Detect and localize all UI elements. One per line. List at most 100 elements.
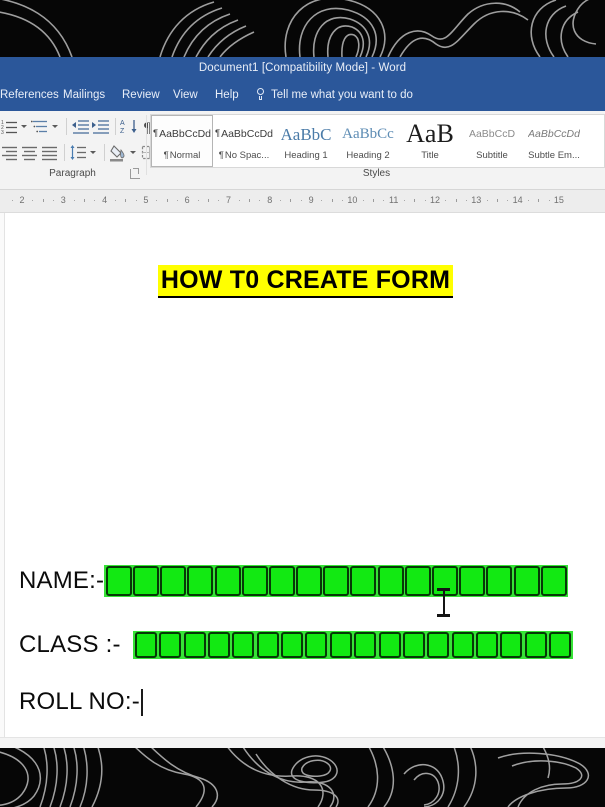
checkbox-cell[interactable]: [214, 566, 241, 596]
style-name-label: ¶No Spac...: [219, 150, 269, 161]
ruler-tick: [445, 200, 447, 201]
align-right-icon[interactable]: [0, 143, 19, 162]
style-name-text: Normal: [169, 150, 201, 161]
checkbox-cell[interactable]: [256, 632, 279, 658]
style-item-title[interactable]: AaB Title: [399, 115, 461, 167]
checkbox-cell[interactable]: [377, 566, 404, 596]
ruler-tick: [176, 200, 178, 201]
checkbox-cell[interactable]: [404, 566, 431, 596]
checkbox-cell[interactable]: [500, 632, 523, 658]
checkbox-cell[interactable]: [486, 566, 513, 596]
form-label-class: CLASS :-: [19, 631, 121, 658]
page-bottom-margin: [0, 737, 605, 748]
svg-text:A: A: [120, 120, 125, 127]
decrease-indent-icon[interactable]: [71, 117, 90, 136]
style-item-subtle-em[interactable]: AaBbCcDd Subtle Em...: [523, 115, 585, 167]
checkbox-row-class[interactable]: [132, 631, 574, 659]
increase-indent-icon[interactable]: [91, 117, 110, 136]
tab-help[interactable]: Help: [215, 89, 239, 101]
checkbox-cell[interactable]: [296, 566, 323, 596]
checkbox-cell[interactable]: [134, 632, 157, 658]
style-item-normal[interactable]: ¶ AaBbCcDd ¶Normal: [151, 115, 213, 167]
checkbox-cell[interactable]: [268, 566, 295, 596]
document-area[interactable]: HOW T0 CREATE FORM NAME:- CLASS :- ROLL …: [0, 213, 605, 748]
shading-icon[interactable]: [109, 143, 128, 162]
checkbox-cell[interactable]: [378, 632, 401, 658]
style-item-heading-2[interactable]: AaBbCc Heading 2: [337, 115, 399, 167]
document-page[interactable]: HOW T0 CREATE FORM NAME:- CLASS :- ROLL …: [4, 213, 605, 748]
ruler-tick: [135, 200, 137, 201]
checkbox-cell[interactable]: [323, 566, 350, 596]
ruler-tick: [331, 199, 333, 202]
checkbox-cell[interactable]: [354, 632, 377, 658]
svg-text:3: 3: [1, 130, 4, 136]
checkbox-cell[interactable]: [524, 632, 547, 658]
paragraph-dialog-launcher-icon[interactable]: [130, 168, 140, 179]
ruler-tick: [259, 200, 261, 201]
checkbox-cell[interactable]: [105, 566, 132, 596]
checkbox-cell[interactable]: [132, 566, 159, 596]
checkbox-cell[interactable]: [281, 632, 304, 658]
checkbox-cell[interactable]: [402, 632, 425, 658]
line-spacing-dropdown-icon[interactable]: [89, 143, 97, 161]
tab-view[interactable]: View: [173, 89, 198, 101]
line-spacing-icon[interactable]: [69, 143, 88, 162]
tell-me-search[interactable]: Tell me what you want to do: [255, 88, 413, 101]
ruler-tick: [290, 199, 292, 202]
styles-gallery[interactable]: ¶ AaBbCcDd ¶Normal ¶ AaBbCcDd ¶No Spac... AaBb…: [150, 114, 605, 168]
sort-icon[interactable]: A Z: [120, 117, 139, 136]
numbered-list-icon[interactable]: 1 2 3: [0, 117, 19, 136]
ruler-tick: [362, 200, 364, 201]
checkbox-cell[interactable]: [451, 632, 474, 658]
checkbox-cell[interactable]: [305, 632, 328, 658]
checkbox-cell[interactable]: [232, 632, 255, 658]
checkbox-cell[interactable]: [207, 632, 230, 658]
checkbox-cell[interactable]: [350, 566, 377, 596]
checkbox-row-name[interactable]: [104, 565, 569, 597]
svg-text:Z: Z: [120, 128, 125, 135]
style-item-subtitle[interactable]: AaBbCcD Subtitle: [461, 115, 523, 167]
screen: Document1 [Compatibility Mode] - Word Re…: [0, 0, 605, 807]
checkbox-cell[interactable]: [159, 632, 182, 658]
justify-icon[interactable]: [40, 143, 59, 162]
checkbox-cell[interactable]: [513, 566, 540, 596]
checkbox-cell[interactable]: [241, 566, 268, 596]
checkbox-cell[interactable]: [549, 632, 572, 658]
ruler-number: 10: [347, 195, 358, 205]
form-line-name: NAME:-: [19, 565, 569, 597]
checkbox-cell[interactable]: [427, 632, 450, 658]
style-item-e[interactable]: AaE: [585, 115, 604, 167]
tell-me-label: Tell me what you want to do: [271, 88, 413, 101]
ruler-number: 2: [19, 195, 25, 205]
checkbox-cell[interactable]: [183, 632, 206, 658]
pilcrow-icon: ¶: [152, 128, 159, 140]
style-name-text: Heading 1: [284, 150, 328, 161]
multilevel-list-dropdown-icon[interactable]: [51, 117, 59, 135]
style-item-heading-1[interactable]: AaBbC Heading 1: [275, 115, 337, 167]
checkbox-cell[interactable]: [329, 632, 352, 658]
checkbox-cell[interactable]: [540, 566, 567, 596]
ruler-tick: [404, 200, 406, 201]
checkbox-cell[interactable]: [187, 566, 214, 596]
horizontal-ruler[interactable]: 2 3 4 5 6 7 8 9 10 11 12 13 14 15: [0, 190, 605, 213]
align-center-icon[interactable]: [20, 143, 39, 162]
ruler-number: 13: [471, 195, 482, 205]
multilevel-list-icon[interactable]: [30, 117, 50, 136]
divider: [66, 117, 67, 135]
paragraph-row-top: 1 2 3 A Z ¶: [0, 113, 160, 139]
tab-review[interactable]: Review: [122, 89, 160, 101]
document-title-text[interactable]: HOW T0 CREATE FORM: [157, 265, 454, 298]
ruler-tick: [424, 200, 426, 201]
checkbox-cell[interactable]: [160, 566, 187, 596]
style-preview: AaBbCcDd: [528, 121, 580, 147]
tab-references[interactable]: References: [0, 89, 59, 101]
numbered-list-dropdown-icon[interactable]: [20, 117, 28, 135]
shading-dropdown-icon[interactable]: [129, 143, 137, 161]
checkbox-cell[interactable]: [476, 632, 499, 658]
style-name-label: Title: [421, 150, 439, 161]
tab-mailings[interactable]: Mailings: [63, 89, 105, 101]
style-preview: AaBbCcD: [469, 121, 515, 147]
ruler-number: 3: [60, 195, 66, 205]
checkbox-cell[interactable]: [459, 566, 486, 596]
style-item-no-spac[interactable]: ¶ AaBbCcDd ¶No Spac...: [213, 115, 275, 167]
